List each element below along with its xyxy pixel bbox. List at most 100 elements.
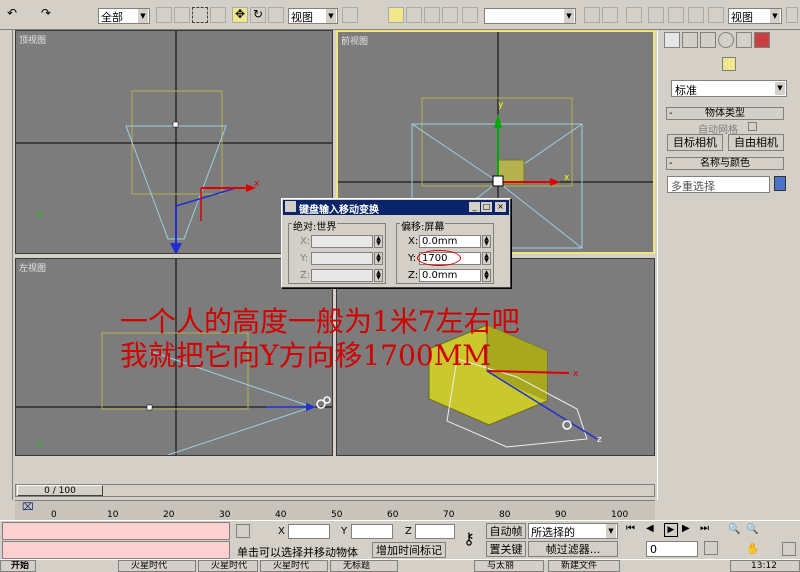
mirror-icon[interactable] — [584, 7, 600, 23]
offset-z-spinner[interactable]: ▲ ▼ — [482, 269, 491, 282]
target-camera-button[interactable]: 目标相机 — [667, 134, 723, 151]
display-tab-icon[interactable] — [736, 32, 752, 48]
helpers-icon[interactable] — [740, 57, 754, 71]
taskbar-item[interactable]: 与太丽 — [474, 560, 544, 572]
window-crossing-icon[interactable] — [210, 7, 226, 23]
pivot-icon[interactable] — [342, 7, 358, 23]
taskbar-item[interactable]: 火星时代 — [118, 560, 196, 572]
go-to-end-icon[interactable]: ⏭ — [700, 523, 709, 534]
auto-key-button[interactable]: 自动帧 — [486, 523, 526, 539]
layer-manager-icon[interactable] — [626, 7, 642, 23]
dialog-title-bar[interactable]: 键盘输入移动变换 _ □ × — [283, 200, 509, 216]
render-last-icon[interactable] — [786, 7, 798, 23]
select-by-name-icon[interactable] — [174, 7, 190, 23]
offset-z-field[interactable]: 0.0mm — [419, 269, 481, 282]
maximize-button[interactable]: □ — [481, 202, 492, 212]
named-selection-set-field[interactable]: ▼ — [484, 8, 576, 24]
taskbar-item[interactable]: 新建文件 — [548, 560, 620, 572]
hierarchy-tab-icon[interactable] — [700, 32, 716, 48]
set-key-button[interactable]: 置关键 — [486, 541, 526, 557]
abs-y-field[interactable] — [311, 252, 373, 265]
selection-filter-select[interactable]: 全部 ▼ — [98, 8, 150, 24]
abs-x-field[interactable] — [311, 235, 373, 248]
create-tab-icon[interactable] — [664, 32, 680, 48]
snap-toggle-icon[interactable] — [388, 7, 404, 23]
rotate-icon[interactable]: ↻ — [250, 7, 266, 23]
curve-editor-icon[interactable] — [648, 7, 664, 23]
offset-y-spinner[interactable]: ▲ ▼ — [482, 252, 491, 265]
undo-icon[interactable]: ↶ — [4, 7, 20, 23]
time-slider-thumb[interactable]: 0 / 100 — [17, 485, 103, 496]
play-icon[interactable]: ▶ — [664, 523, 678, 537]
arc-rotate-icon[interactable] — [764, 542, 778, 556]
angle-snap-icon[interactable] — [406, 7, 422, 23]
spinner-snap-icon[interactable] — [442, 7, 458, 23]
redo-icon[interactable]: ↷ — [38, 7, 54, 23]
render-setup-icon[interactable] — [688, 7, 704, 23]
select-icon[interactable] — [156, 7, 172, 23]
zoom-icon[interactable]: 🔍 — [728, 524, 742, 538]
add-time-tag-button[interactable]: 增加时间标记 — [372, 542, 446, 558]
field-of-view-icon[interactable] — [728, 542, 742, 556]
auto-grid-checkbox[interactable] — [748, 122, 757, 131]
current-frame-field[interactable]: 0 — [646, 541, 698, 557]
percent-snap-icon[interactable] — [424, 7, 440, 23]
key-icon[interactable]: ⚷ — [456, 530, 482, 548]
abs-z-spinner[interactable]: ▲ ▼ — [374, 269, 383, 282]
region-select-icon[interactable] — [192, 7, 208, 23]
coord-y-field[interactable] — [351, 524, 393, 539]
abs-y-spinner[interactable]: ▲ ▼ — [374, 252, 383, 265]
cameras-icon[interactable] — [722, 57, 736, 71]
reference-coord-select[interactable]: 视图 ▼ — [288, 8, 338, 24]
link-icon[interactable] — [62, 7, 78, 23]
track-bar-keys-icon[interactable]: ⌧ — [22, 502, 38, 516]
time-slider-track[interactable]: 0 / 100 — [15, 484, 655, 497]
coord-x-field[interactable] — [288, 524, 330, 539]
shapes-icon[interactable] — [686, 57, 700, 71]
spacewarps-icon[interactable] — [758, 57, 772, 71]
object-color-swatch[interactable] — [774, 176, 786, 191]
taskbar-item[interactable]: 火星时代 — [198, 560, 258, 572]
object-type-rollout[interactable]: - 物体类型 — [666, 107, 784, 120]
selection-set-select[interactable]: 所选择的 ▼ — [528, 523, 618, 539]
pan-icon[interactable]: ✋ — [746, 542, 760, 556]
bind-icon[interactable] — [80, 7, 96, 23]
close-button[interactable]: × — [495, 202, 506, 212]
category-select[interactable]: 标准 ▼ — [671, 80, 787, 97]
name-color-rollout[interactable]: - 名称与颜色 — [666, 157, 784, 170]
offset-x-spinner[interactable]: ▲ ▼ — [482, 235, 491, 248]
next-frame-icon[interactable]: ▶ — [682, 523, 690, 534]
offset-x-field[interactable]: 0.0mm — [419, 235, 481, 248]
zoom-all-icon[interactable]: 🔍 — [746, 524, 760, 538]
minimize-button[interactable]: _ — [469, 202, 480, 212]
start-button[interactable]: 开始 — [0, 560, 36, 572]
key-filters-button[interactable]: 帧过滤器... — [528, 541, 618, 557]
geometry-icon[interactable] — [668, 57, 682, 71]
edit-named-selection-icon[interactable] — [462, 7, 478, 23]
object-name-field[interactable]: 多重选择 — [667, 176, 770, 193]
prev-frame-icon[interactable]: ◀ — [646, 523, 654, 534]
coord-z-field[interactable] — [415, 524, 455, 539]
systems-icon[interactable] — [776, 57, 790, 71]
utilities-tab-icon[interactable] — [754, 32, 770, 48]
lights-icon[interactable] — [704, 57, 718, 71]
zoom-extents-icon[interactable] — [764, 524, 778, 538]
abs-x-spinner[interactable]: ▲ ▼ — [374, 235, 383, 248]
modify-tab-icon[interactable] — [682, 32, 698, 48]
quick-render-icon[interactable] — [708, 7, 724, 23]
align-icon[interactable] — [602, 7, 618, 23]
select-manipulate-icon[interactable] — [366, 7, 382, 23]
maximize-viewport-icon[interactable] — [782, 542, 796, 556]
time-config-icon[interactable] — [704, 541, 718, 555]
maxscript-output[interactable] — [2, 541, 230, 559]
selection-lock-icon[interactable] — [236, 524, 250, 538]
motion-tab-icon[interactable] — [718, 32, 734, 48]
move-icon[interactable]: ✥ — [232, 7, 248, 23]
abs-z-field[interactable] — [311, 269, 373, 282]
maxscript-listener[interactable] — [2, 522, 230, 540]
quick-launch-icons[interactable] — [40, 561, 110, 570]
go-to-start-icon[interactable]: ⏮ — [626, 523, 635, 534]
taskbar-item[interactable]: 火星时代 — [260, 560, 328, 572]
taskbar-item[interactable]: 无标题 — [330, 560, 398, 572]
render-type-select[interactable]: 视图 ▼ — [728, 8, 782, 24]
